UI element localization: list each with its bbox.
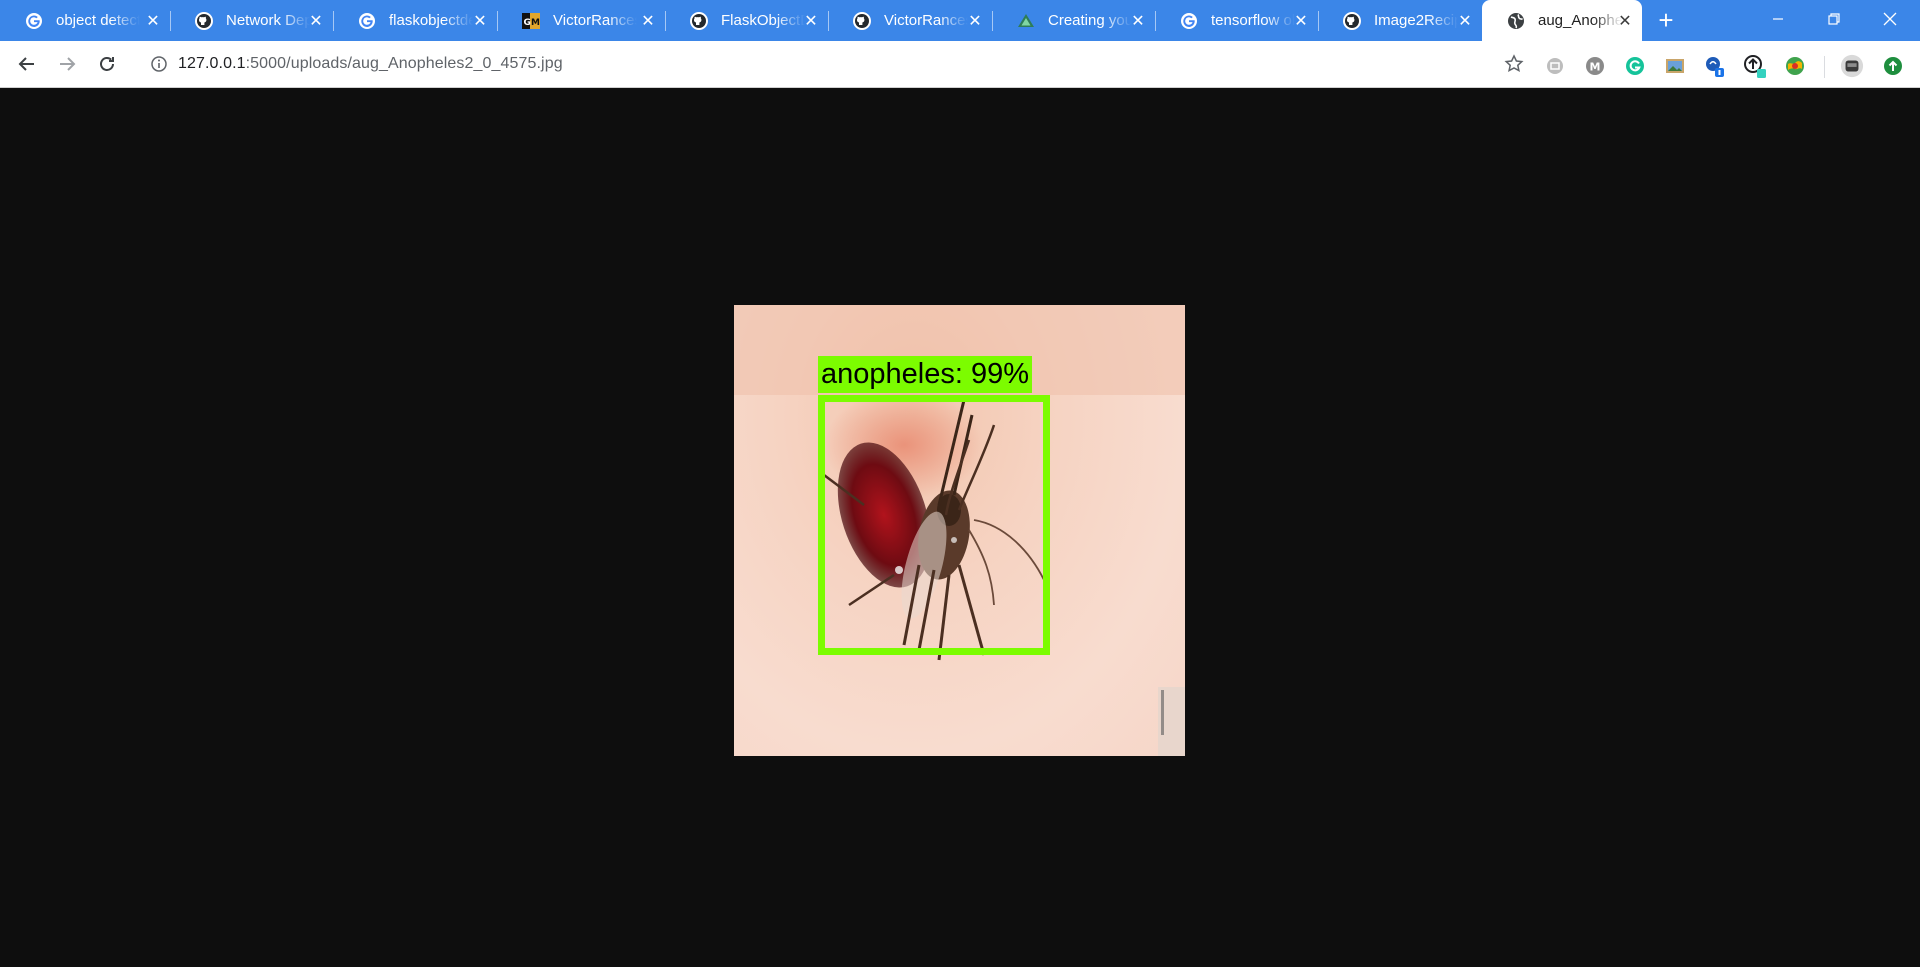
info-icon[interactable] xyxy=(150,55,168,78)
tab-network-dependents[interactable]: Network Dependents ✕ xyxy=(170,0,334,41)
photo-icon[interactable] xyxy=(1663,54,1687,78)
update-icon[interactable] xyxy=(1881,54,1905,78)
tab-flaskobjectdetection-github[interactable]: FlaskObjectDetection ✕ xyxy=(665,0,829,41)
globe-icon xyxy=(1506,11,1526,31)
tab-creating-your[interactable]: Creating your ✕ xyxy=(992,0,1156,41)
address-bar[interactable]: 127.0.0.1:5000/uploads/aug_Anopheles2_0_… xyxy=(140,46,1524,82)
google-icon xyxy=(24,11,44,31)
svg-text:M: M xyxy=(1590,61,1601,74)
svg-text:G: G xyxy=(524,18,531,28)
tab-title: flaskobjectdetection xyxy=(389,12,473,29)
toolbar-separator xyxy=(1824,56,1825,78)
svg-text:M: M xyxy=(531,18,540,28)
close-window-button[interactable] xyxy=(1862,0,1918,38)
detection-result-image: anopheles: 99% xyxy=(734,305,1185,756)
github-icon xyxy=(1342,11,1362,31)
tab-title: aug_Anopheles2_0_4575.jpg xyxy=(1538,12,1622,29)
detection-label: anopheles: 99% xyxy=(818,356,1032,393)
tab-image2recipe[interactable]: Image2Recipe ✕ xyxy=(1318,0,1482,41)
github-icon xyxy=(194,11,214,31)
new-tab-button[interactable]: + xyxy=(1653,7,1679,34)
tab-tensorflow-object[interactable]: tensorflow object ✕ xyxy=(1155,0,1319,41)
tab-object-detection[interactable]: object detection ✕ xyxy=(0,0,171,41)
google-icon xyxy=(357,11,377,31)
upload-icon[interactable] xyxy=(1743,54,1767,78)
back-button[interactable] xyxy=(13,50,41,78)
m-icon[interactable]: M xyxy=(1583,54,1607,78)
tab-victorrancescode[interactable]: GM VictorRancesCode ✕ xyxy=(497,0,666,41)
close-icon[interactable]: ✕ xyxy=(639,12,657,30)
map-icon[interactable] xyxy=(1783,54,1807,78)
tab-strip: object detection ✕ Network Dependents ✕ … xyxy=(0,0,1920,41)
tab-title: object detection xyxy=(56,12,140,29)
tab-title: VictorRancesCode xyxy=(553,12,637,29)
gm-icon: GM xyxy=(521,11,541,31)
close-icon[interactable]: ✕ xyxy=(144,12,162,30)
grammarly-icon[interactable] xyxy=(1623,54,1647,78)
close-icon[interactable]: ✕ xyxy=(1456,12,1474,30)
forward-arrow-icon xyxy=(60,57,76,71)
cursor-extension-icon[interactable] xyxy=(1703,54,1727,78)
forward-button[interactable] xyxy=(53,50,81,78)
close-icon[interactable]: ✕ xyxy=(802,12,820,30)
close-icon[interactable]: ✕ xyxy=(471,12,489,30)
bookmark-star-icon[interactable] xyxy=(1504,54,1524,79)
minimize-icon xyxy=(1773,18,1783,20)
github-icon xyxy=(852,11,872,31)
minimize-button[interactable] xyxy=(1750,0,1806,38)
close-window-icon xyxy=(1883,12,1897,26)
close-icon[interactable]: ✕ xyxy=(1129,12,1147,30)
tab-flaskobjectdetection[interactable]: flaskobjectdetection ✕ xyxy=(333,0,498,41)
reload-icon xyxy=(100,57,114,71)
tab-title: Network Dependents xyxy=(226,12,310,29)
close-icon[interactable]: ✕ xyxy=(1292,12,1310,30)
close-icon[interactable]: ✕ xyxy=(307,12,325,30)
url-host: 127.0.0.1 xyxy=(178,55,246,72)
tab-title: tensorflow object xyxy=(1211,12,1295,29)
avatar-icon[interactable] xyxy=(1840,54,1864,78)
url-text: 127.0.0.1:5000/uploads/aug_Anopheles2_0_… xyxy=(178,55,563,73)
reload-button[interactable] xyxy=(93,50,121,78)
tab-aug-anopheles[interactable]: aug_Anopheles2_0_4575.jpg ✕ xyxy=(1482,0,1642,41)
google-icon xyxy=(1179,11,1199,31)
url-path: :5000/uploads/aug_Anopheles2_0_4575.jpg xyxy=(245,55,563,72)
tab-victorrancescode-github[interactable]: VictorRancesCode ✕ xyxy=(828,0,993,41)
github-icon xyxy=(689,11,709,31)
detection-bounding-box xyxy=(818,395,1050,655)
tab-title: Creating your xyxy=(1048,12,1132,29)
restore-button[interactable] xyxy=(1806,0,1862,38)
triangle-icon xyxy=(1016,11,1036,31)
tab-title: VictorRancesCode xyxy=(884,12,968,29)
close-icon[interactable]: ✕ xyxy=(1616,12,1634,30)
tab-title: Image2Recipe xyxy=(1374,12,1458,29)
close-icon[interactable]: ✕ xyxy=(966,12,984,30)
reader-icon[interactable] xyxy=(1543,54,1567,78)
restore-icon xyxy=(1828,13,1840,25)
back-arrow-icon xyxy=(18,57,34,71)
tab-title: FlaskObjectDetection xyxy=(721,12,805,29)
